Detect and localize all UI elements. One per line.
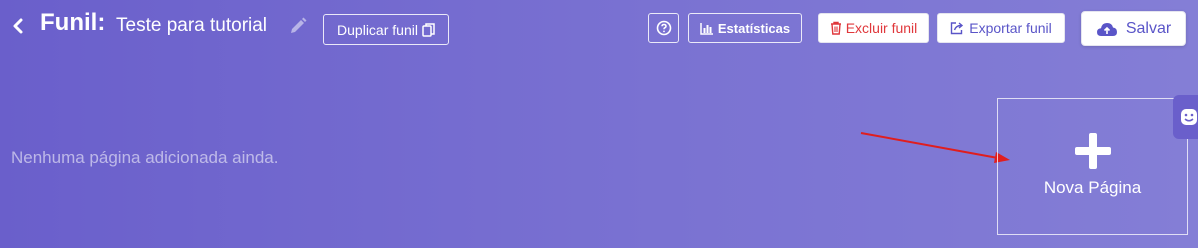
save-label: Salvar [1125, 19, 1172, 37]
back-button[interactable] [10, 16, 26, 36]
annotation-arrow [860, 132, 1010, 163]
question-circle-icon [656, 20, 671, 36]
plus-icon [1074, 132, 1111, 169]
funnel-header: Funil: Teste para tutorial Duplicar funi… [0, 0, 1198, 56]
export-funnel-label: Exportar funil [969, 20, 1052, 36]
statistics-button[interactable]: Estatísticas [688, 13, 802, 43]
statistics-label: Estatísticas [717, 20, 791, 36]
chevron-left-icon [13, 18, 23, 34]
duplicate-funnel-label: Duplicar funil [337, 21, 418, 38]
delete-funnel-label: Excluir funil [845, 20, 918, 36]
export-funnel-button[interactable]: Exportar funil [937, 13, 1065, 43]
bar-chart-icon [700, 22, 713, 35]
empty-state-message: Nenhuma página adicionada ainda. [11, 148, 279, 167]
page-title-prefix: Funil: [40, 9, 106, 36]
new-page-label: Nova Página [1043, 177, 1142, 197]
pencil-icon [291, 17, 307, 33]
duplicate-funnel-button[interactable]: Duplicar funil [323, 14, 449, 45]
trash-icon [830, 21, 841, 35]
share-icon [951, 22, 964, 35]
new-page-card[interactable]: Nova Página [997, 98, 1188, 235]
copy-icon [422, 22, 435, 37]
smiley-icon [1181, 109, 1197, 125]
cloud-upload-icon [1096, 22, 1117, 36]
save-button[interactable]: Salvar [1081, 11, 1186, 46]
delete-funnel-button[interactable]: Excluir funil [818, 13, 929, 43]
support-chat-tab[interactable] [1173, 95, 1198, 139]
help-button[interactable] [648, 13, 679, 43]
funnel-name: Teste para tutorial [116, 15, 268, 36]
edit-name-button[interactable] [288, 16, 308, 36]
